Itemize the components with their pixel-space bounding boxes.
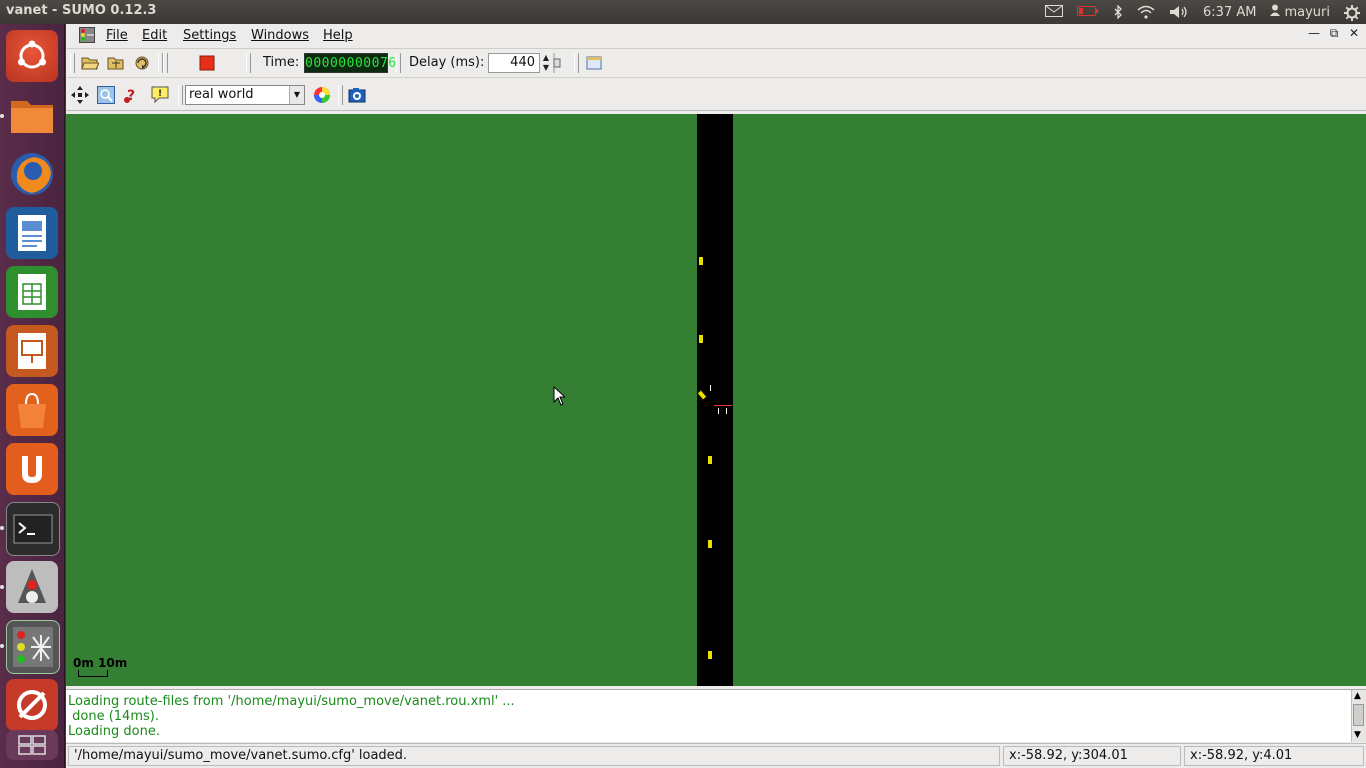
close-icon[interactable]: ✕ (1348, 27, 1360, 39)
ubuntu-one-icon[interactable] (6, 443, 58, 495)
log-line: done (14ms). (68, 709, 159, 724)
scroll-thumb[interactable] (1353, 704, 1364, 726)
open-config-icon[interactable] (80, 53, 100, 73)
vehicle[interactable] (707, 650, 713, 660)
user-icon (1270, 4, 1281, 20)
impress-icon[interactable] (6, 325, 58, 377)
scroll-down-icon[interactable]: ▼ (1354, 730, 1361, 740)
screenshot-camera-icon[interactable] (347, 85, 367, 105)
query-mode-icon[interactable]: ? (122, 85, 142, 105)
volume-icon[interactable] (1169, 5, 1189, 19)
log-line: Loading done. (68, 724, 160, 739)
time-label: Time: (263, 55, 300, 70)
lane-marker (718, 408, 719, 414)
vehicle[interactable] (698, 256, 704, 266)
firefox-icon[interactable] (6, 148, 58, 200)
launcher (0, 24, 65, 768)
writer-icon[interactable] (6, 207, 58, 259)
tooltip-toggle-icon[interactable]: ! (150, 85, 170, 105)
wifi-icon[interactable] (1137, 5, 1155, 19)
software-center-icon[interactable] (6, 384, 58, 436)
delay-label: Delay (ms): (409, 55, 485, 70)
sumo-app-icon (79, 27, 95, 43)
toolbar-grip[interactable] (70, 53, 75, 73)
net-coordinates: x:-58.92, y:304.01 (1003, 746, 1181, 766)
toolbar-grip[interactable] (574, 53, 579, 73)
locate-icon[interactable] (96, 85, 116, 105)
new-view-icon[interactable] (584, 53, 604, 73)
sumo-gui-icon[interactable] (6, 620, 60, 674)
detector-marker (714, 405, 732, 406)
toolbar-grip[interactable] (246, 53, 251, 73)
top-panel: vanet - SUMO 0.12.3 6:37 AM mayuri (0, 0, 1366, 24)
delay-input[interactable]: 440 (488, 53, 540, 73)
menu-file[interactable]: File (106, 28, 128, 43)
terminal-icon[interactable] (6, 502, 60, 556)
toolbar-grip[interactable] (163, 53, 168, 73)
menu-windows[interactable]: Windows (251, 28, 309, 43)
chevron-down-icon[interactable]: ▼ (289, 86, 304, 104)
lane-marker (726, 408, 727, 414)
battery-icon[interactable] (1077, 5, 1099, 19)
svg-text:!: ! (158, 89, 162, 99)
lane-marker (710, 385, 711, 391)
color-scheme-value: real world (189, 87, 254, 102)
delay-slider-handle[interactable] (552, 53, 562, 73)
log-scrollbar[interactable]: ▲ ▼ (1351, 690, 1366, 742)
menu-edit[interactable]: Edit (142, 28, 167, 43)
stop-button[interactable] (197, 53, 217, 73)
scroll-up-icon[interactable]: ▲ (1354, 691, 1361, 701)
bluetooth-icon[interactable] (1113, 4, 1123, 20)
scale-bar (78, 670, 108, 677)
toolbar-grip[interactable] (396, 53, 401, 73)
calc-icon[interactable] (6, 266, 58, 318)
workspace-switcher-icon[interactable] (6, 730, 58, 760)
sumo-window: File Edit Settings Windows Help — ⧉ ✕ Ti… (66, 24, 1366, 768)
status-message: '/home/mayui/sumo_move/vanet.sumo.cfg' l… (68, 746, 1000, 766)
status-bar: '/home/mayui/sumo_move/vanet.sumo.cfg' l… (66, 743, 1366, 768)
settings-app-icon[interactable] (6, 679, 58, 731)
menu-bar: File Edit Settings Windows Help — ⧉ ✕ (66, 24, 1366, 49)
reload-icon[interactable] (132, 53, 152, 73)
mouse-cursor-icon (553, 386, 565, 406)
message-log[interactable]: Loading route-files from '/home/mayui/su… (66, 689, 1366, 742)
delay-stepper[interactable]: ▲ ▼ (540, 53, 552, 73)
simulation-canvas[interactable]: 0m 10m (66, 114, 1366, 686)
edit-coloring-icon[interactable] (312, 85, 332, 105)
dash-home-icon[interactable] (6, 30, 58, 82)
mail-icon[interactable] (1045, 5, 1064, 19)
java-app-icon[interactable] (6, 561, 58, 613)
window-controls: — ⧉ ✕ (1308, 27, 1360, 39)
user-menu[interactable]: mayuri (1270, 4, 1330, 20)
user-name: mayuri (1284, 4, 1330, 20)
restore-icon[interactable]: ⧉ (1328, 27, 1340, 39)
geo-coordinates: x:-58.92, y:4.01 (1184, 746, 1364, 766)
clock[interactable]: 6:37 AM (1203, 5, 1256, 20)
color-scheme-select[interactable]: real world ▼ (185, 85, 305, 105)
window-title: vanet - SUMO 0.12.3 (6, 3, 157, 18)
open-network-icon[interactable] (106, 53, 126, 73)
main-toolbar: Time: 00000000076 Delay (ms): 440 ▲ ▼ (66, 49, 1366, 78)
minimize-icon[interactable]: — (1308, 27, 1320, 39)
vehicle[interactable] (698, 334, 704, 344)
files-icon[interactable] (6, 89, 58, 141)
recenter-view-icon[interactable] (70, 85, 90, 105)
menu-help[interactable]: Help (323, 28, 353, 43)
gear-icon[interactable] (1344, 5, 1360, 21)
view-toolbar: ? ! real world ▼ (66, 80, 1366, 111)
vehicle[interactable] (707, 539, 713, 549)
scale-label: 0m 10m (73, 656, 128, 670)
menu-settings[interactable]: Settings (183, 28, 236, 43)
indicator-area: 6:37 AM mayuri (1045, 0, 1360, 24)
log-line: Loading route-files from '/home/mayui/su… (68, 694, 515, 709)
time-display: 00000000076 (304, 53, 396, 73)
toolbar-grip[interactable] (178, 85, 183, 105)
vehicle[interactable] (707, 455, 713, 465)
toolbar-grip[interactable] (338, 85, 343, 105)
